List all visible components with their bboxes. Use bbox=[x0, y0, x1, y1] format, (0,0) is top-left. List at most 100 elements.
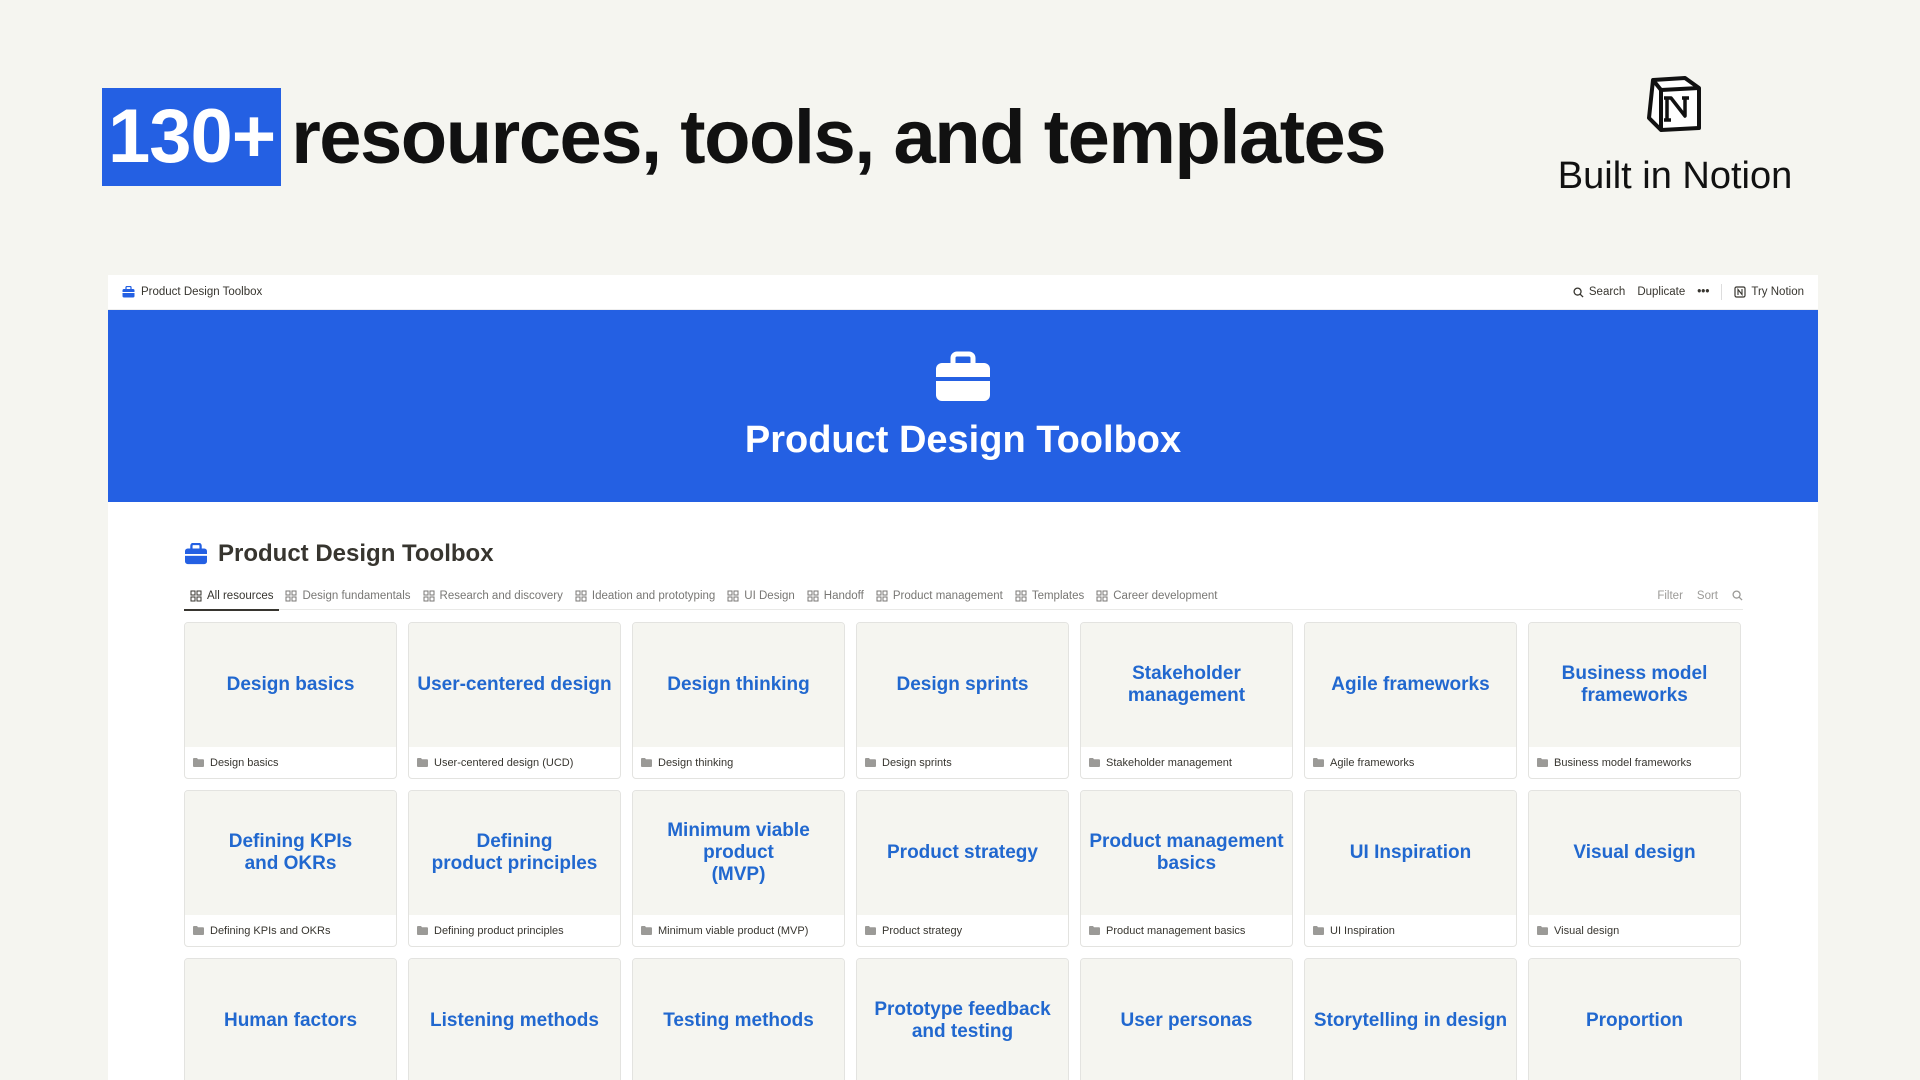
folder-icon bbox=[865, 758, 876, 768]
gallery-card[interactable]: User-centered design User-centered design… bbox=[408, 622, 621, 779]
gallery-card[interactable]: Design sprints Design sprints bbox=[856, 622, 1069, 779]
gallery-card[interactable]: Design thinking Design thinking bbox=[632, 622, 845, 779]
card-footer-label: Minimum viable product (MVP) bbox=[658, 924, 809, 937]
card-preview: Product strategy bbox=[857, 791, 1068, 916]
card-footer-label: Stakeholder management bbox=[1106, 756, 1232, 769]
card-preview: UI Inspiration bbox=[1305, 791, 1516, 916]
folder-icon bbox=[1089, 926, 1100, 936]
card-preview: Defining KPIs and OKRs bbox=[185, 791, 396, 916]
sort-button[interactable]: Sort bbox=[1697, 590, 1718, 602]
search-icon[interactable] bbox=[1732, 590, 1743, 601]
duplicate-button[interactable]: Duplicate bbox=[1637, 286, 1685, 298]
gallery-view-icon bbox=[285, 590, 297, 601]
folder-icon bbox=[1537, 926, 1548, 936]
folder-icon bbox=[417, 926, 428, 936]
card-title: Testing methods bbox=[663, 1010, 814, 1032]
gallery-view-icon bbox=[1096, 590, 1108, 601]
card-preview: Testing methods bbox=[633, 959, 844, 1080]
gallery-card[interactable]: Storytelling in design bbox=[1304, 958, 1517, 1080]
card-footer: Design thinking bbox=[633, 747, 844, 778]
card-preview: Minimum viable product (MVP) bbox=[633, 791, 844, 916]
tab-design-fundamentals[interactable]: Design fundamentals bbox=[279, 582, 416, 610]
hero-headline: 130+ resources, tools, and templates bbox=[102, 88, 1387, 186]
card-preview: Product management basics bbox=[1081, 791, 1292, 916]
database-title[interactable]: Product Design Toolbox bbox=[184, 540, 1743, 568]
try-notion-button[interactable]: Try Notion bbox=[1734, 286, 1804, 298]
gallery-card[interactable]: Agile frameworks Agile frameworks bbox=[1304, 622, 1517, 779]
card-footer: Design sprints bbox=[857, 747, 1068, 778]
card-title: Business model frameworks bbox=[1561, 663, 1708, 707]
tab-handoff[interactable]: Handoff bbox=[801, 582, 870, 610]
gallery-card[interactable]: Prototype feedback and testing bbox=[856, 958, 1069, 1080]
card-footer-label: Design basics bbox=[210, 756, 279, 769]
gallery-card[interactable]: Testing methods bbox=[632, 958, 845, 1080]
card-footer: User-centered design (UCD) bbox=[409, 747, 620, 778]
card-footer: Defining product principles bbox=[409, 915, 620, 946]
gallery-card[interactable]: Proportion bbox=[1528, 958, 1741, 1080]
card-footer-label: Defining KPIs and OKRs bbox=[210, 924, 331, 937]
card-title: Proportion bbox=[1585, 1010, 1684, 1032]
card-preview: Storytelling in design bbox=[1305, 959, 1516, 1080]
tab-label: Handoff bbox=[823, 589, 864, 602]
view-tabs-row: All resources Design fundamentals Research… bbox=[184, 582, 1743, 611]
card-title: Product management basics bbox=[1089, 831, 1284, 875]
card-title: Minimum viable product (MVP) bbox=[667, 820, 810, 886]
tab-product-management[interactable]: Product management bbox=[870, 582, 1009, 610]
card-footer: Defining KPIs and OKRs bbox=[185, 915, 396, 946]
tab-ideation-and-prototyping[interactable]: Ideation and prototyping bbox=[569, 582, 721, 610]
cover-title: Product Design Toolbox bbox=[744, 418, 1182, 461]
tab-label: Templates bbox=[1031, 589, 1085, 602]
gallery-card[interactable]: Defining KPIs and OKRs Defining KPIs and … bbox=[184, 790, 397, 947]
card-preview: Visual design bbox=[1529, 791, 1740, 916]
gallery-card[interactable]: Defining product principles Defining prod… bbox=[408, 790, 621, 947]
card-title: Design sprints bbox=[896, 674, 1029, 696]
tab-research-and-discovery[interactable]: Research and discovery bbox=[417, 582, 569, 610]
tab-career-development[interactable]: Career development bbox=[1090, 582, 1223, 610]
tab-label: Career development bbox=[1113, 589, 1218, 602]
card-preview: Design sprints bbox=[857, 623, 1068, 748]
card-footer: Business model frameworks bbox=[1529, 747, 1740, 778]
gallery-card[interactable]: Product management basics Product managem… bbox=[1080, 790, 1293, 947]
gallery-card[interactable]: Minimum viable product (MVP) Minimum viab… bbox=[632, 790, 845, 947]
built-in-notion-text: Built in Notion bbox=[1557, 155, 1793, 197]
tab-templates[interactable]: Templates bbox=[1009, 582, 1090, 610]
gallery-view-icon bbox=[423, 590, 435, 601]
search-icon bbox=[1573, 286, 1584, 298]
card-title: Human factors bbox=[223, 1010, 358, 1032]
card-title: Defining product principles bbox=[431, 831, 598, 875]
card-footer: Product management basics bbox=[1081, 915, 1292, 946]
more-options-button[interactable]: ••• bbox=[1697, 286, 1709, 298]
gallery-card[interactable]: UI Inspiration UI Inspiration bbox=[1304, 790, 1517, 947]
gallery-card[interactable]: Human factors bbox=[184, 958, 397, 1080]
card-title: User personas bbox=[1120, 1010, 1253, 1032]
gallery-card[interactable]: Business model frameworks Business model … bbox=[1528, 622, 1741, 779]
card-preview: Agile frameworks bbox=[1305, 623, 1516, 748]
notion-brand: Built in Notion bbox=[1540, 74, 1810, 198]
card-footer-label: Visual design bbox=[1554, 924, 1620, 937]
folder-icon bbox=[1089, 758, 1100, 768]
search-button[interactable]: Search bbox=[1573, 286, 1625, 298]
gallery-card[interactable]: Listening methods bbox=[408, 958, 621, 1080]
card-preview: Listening methods bbox=[409, 959, 620, 1080]
briefcase-icon bbox=[122, 286, 135, 298]
tab-ui-design[interactable]: UI Design bbox=[721, 582, 801, 610]
filter-button[interactable]: Filter bbox=[1657, 590, 1683, 602]
briefcase-icon bbox=[185, 543, 207, 565]
gallery-card[interactable]: Visual design Visual design bbox=[1528, 790, 1741, 947]
card-title: User-centered design bbox=[417, 674, 612, 696]
gallery-card[interactable]: User personas bbox=[1080, 958, 1293, 1080]
tab-all-resources[interactable]: All resources bbox=[184, 582, 280, 611]
page-content: Product Design Toolbox All resources Desi… bbox=[108, 540, 1818, 1080]
gallery-view-icon bbox=[575, 590, 587, 601]
folder-icon bbox=[641, 926, 652, 936]
gallery-card[interactable]: Product strategy Product strategy bbox=[856, 790, 1069, 947]
gallery-card[interactable]: Design basics Design basics bbox=[184, 622, 397, 779]
breadcrumb[interactable]: Product Design Toolbox bbox=[122, 286, 262, 298]
card-title: Storytelling in design bbox=[1313, 1010, 1508, 1032]
card-footer: Agile frameworks bbox=[1305, 747, 1516, 778]
topbar: Product Design Toolbox Search Duplicate … bbox=[108, 275, 1818, 310]
gallery-card[interactable]: Stakeholder management Stakeholder manage… bbox=[1080, 622, 1293, 779]
breadcrumb-page-name: Product Design Toolbox bbox=[141, 286, 263, 298]
card-preview: Defining product principles bbox=[409, 791, 620, 916]
try-notion-label: Try Notion bbox=[1751, 286, 1804, 298]
